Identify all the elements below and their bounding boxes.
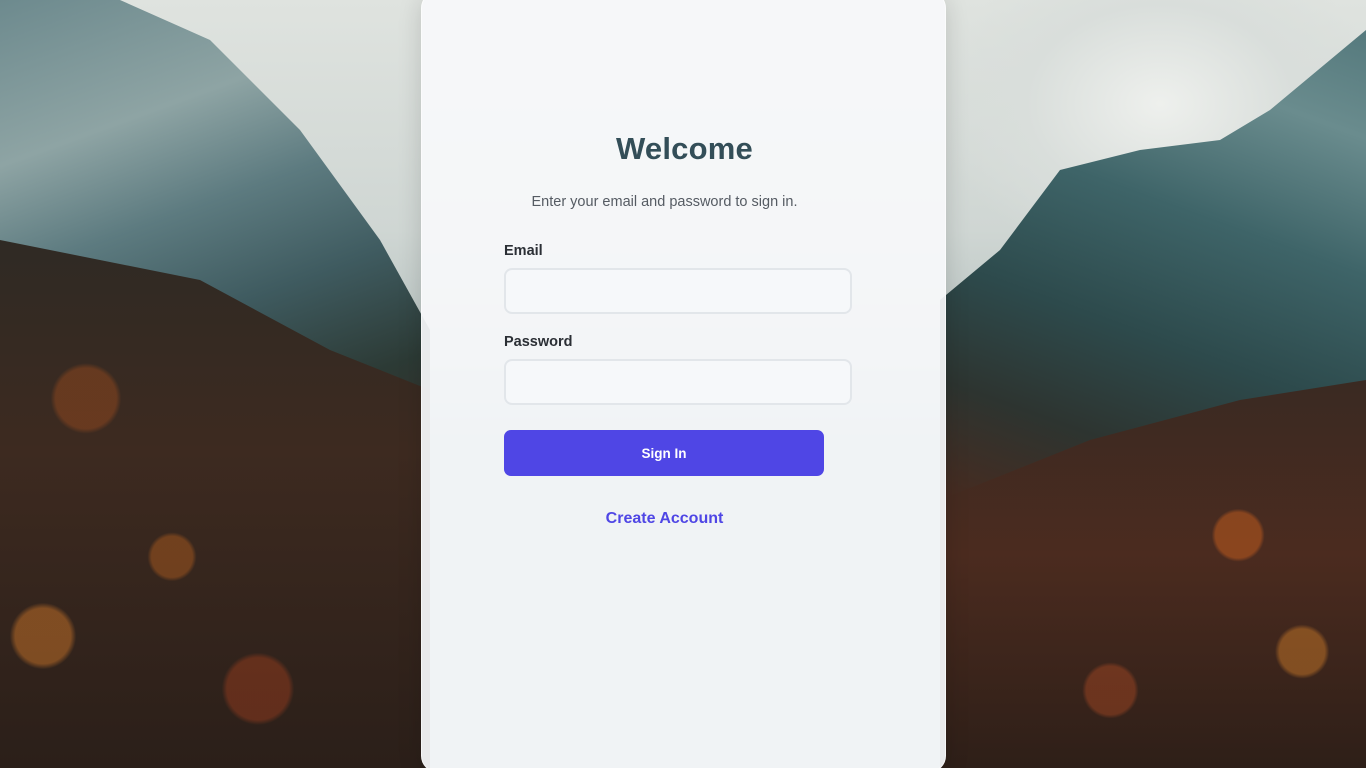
email-label: Email [504,243,543,259]
page-title: Welcome [616,131,753,166]
create-account-link[interactable]: Create Account [422,510,907,528]
password-label: Password [504,334,573,350]
email-field[interactable] [504,268,852,314]
sign-in-button[interactable]: Sign In [504,430,824,476]
login-subtitle: Enter your email and password to sign in… [531,194,798,210]
password-field[interactable] [504,359,852,405]
login-card: Welcome Enter your email and password to… [421,0,946,768]
